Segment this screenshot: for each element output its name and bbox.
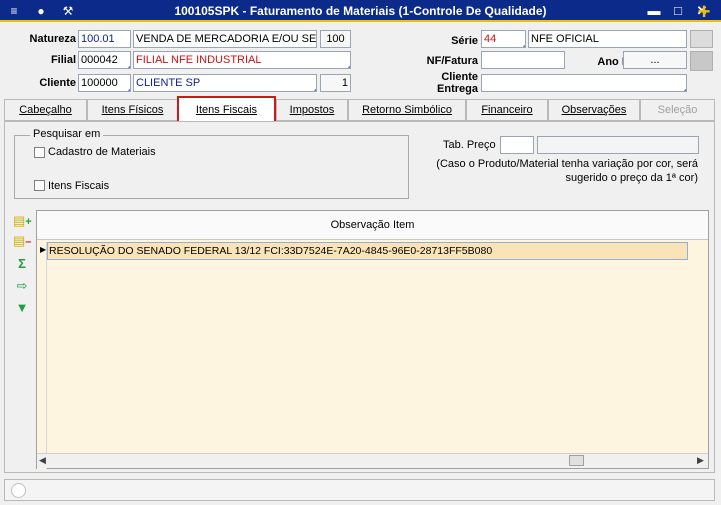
maximize-icon[interactable]: □ (670, 3, 686, 18)
window-title: 100105SPK - Faturamento de Materiais (1-… (174, 4, 547, 18)
nf-fatura-field[interactable] (481, 51, 565, 69)
tab-preco-code-field[interactable] (500, 136, 534, 154)
tab-cabecalho[interactable]: Cabeçalho (4, 99, 87, 121)
horizontal-scrollbar[interactable]: ◀ ▶ (37, 453, 708, 468)
row-indicator-column (37, 242, 47, 469)
cliente-code-value: 100000 (81, 77, 118, 89)
table-row[interactable]: RESOLUÇÃO DO SENADO FEDERAL 13/12 FCI:33… (47, 242, 688, 260)
natureza-label: Natureza (29, 33, 76, 45)
cliente-entrega-label-line1: Cliente (441, 71, 478, 83)
serie-lookup-button[interactable] (690, 30, 713, 48)
tab-selecao: Seleção (640, 99, 715, 121)
filial-desc-field[interactable]: FILIAL NFE INDUSTRIAL (133, 51, 351, 69)
tab-itens-fisicos[interactable]: Itens Físicos (87, 99, 178, 121)
export-icon[interactable]: ⇨ (13, 278, 31, 294)
search-group-legend: Pesquisar em (30, 128, 104, 140)
cliente-num-field[interactable]: 1 (320, 74, 351, 92)
cliente-entrega-label: Cliente Entrega (400, 71, 478, 95)
add-icon[interactable]: + (693, 1, 715, 23)
current-row-arrow-icon: ▶ (40, 245, 47, 254)
cliente-desc-field[interactable]: CLIENTE SP (133, 74, 317, 92)
tab-preco-label: Tab. Preço (443, 139, 496, 151)
move-down-icon[interactable]: ▼ (13, 300, 31, 316)
ano-fiscal-icon[interactable] (690, 51, 713, 71)
itens-fiscais-checkbox[interactable] (34, 180, 45, 191)
add-item-icon[interactable]: ▤+ (13, 213, 32, 229)
status-indicator-icon (11, 483, 26, 498)
scroll-right-icon[interactable]: ▶ (697, 455, 704, 466)
cadastro-materiais-label: Cadastro de Materiais (48, 146, 156, 158)
minimize-icon[interactable]: ▬ (646, 3, 662, 18)
cliente-entrega-label-line2: Entrega (437, 83, 478, 95)
cliente-code-field[interactable]: 100000 (78, 74, 131, 92)
serie-label: Série (451, 35, 478, 47)
tab-financeiro[interactable]: Financeiro (466, 99, 548, 121)
itens-fiscais-label: Itens Fiscais (48, 180, 110, 192)
filial-code-field[interactable]: 000042 (78, 51, 131, 69)
tab-preco-desc-field[interactable] (537, 136, 699, 154)
cliente-desc-value: CLIENTE SP (136, 77, 201, 89)
status-bar (4, 479, 715, 501)
filial-desc-value: FILIAL NFE INDUSTRIAL (136, 54, 262, 66)
natureza-code-field[interactable]: 100.01 (78, 30, 131, 48)
filial-code-value: 000042 (81, 54, 118, 66)
sum-icon[interactable]: Σ (13, 256, 31, 272)
price-note-line2: sugerido o preço da 1ª cor) (565, 172, 698, 184)
scroll-thumb[interactable] (569, 455, 584, 466)
cadastro-materiais-checkbox[interactable] (34, 147, 45, 158)
tab-observacoes[interactable]: Observações (548, 99, 640, 121)
natureza-num-field[interactable]: 100 (320, 30, 351, 48)
nf-fatura-label: NF/Fatura (426, 55, 478, 67)
remove-item-icon[interactable]: ▤– (13, 233, 31, 249)
price-note-line1: (Caso o Produto/Material tenha variação … (436, 158, 698, 170)
serie-desc-field[interactable]: NFE OFICIAL (528, 30, 687, 48)
title-bar: ≡ ● ⚒ 100105SPK - Faturamento de Materia… (0, 0, 721, 22)
cliente-entrega-field[interactable] (481, 74, 687, 92)
scroll-left-icon[interactable]: ◀ (39, 455, 46, 466)
tab-retorno-simbolico[interactable]: Retorno Simbólico (348, 99, 466, 121)
serie-code-field[interactable]: 44 (481, 30, 526, 48)
tab-itens-fiscais[interactable]: Itens Fiscais (177, 96, 276, 122)
price-note: (Caso o Produto/Material tenha variação … (420, 157, 698, 185)
ano-fiscal-field[interactable]: ... (623, 51, 687, 69)
natureza-desc-field[interactable]: VENDA DE MERCADORIA E/OU SERVI (133, 30, 317, 48)
tab-impostos[interactable]: Impostos (276, 99, 348, 121)
grid-column-header[interactable]: Observação Item (37, 211, 708, 240)
filial-label: Filial (50, 54, 76, 66)
serie-code-value: 44 (484, 33, 497, 45)
cliente-label: Cliente (39, 77, 76, 89)
